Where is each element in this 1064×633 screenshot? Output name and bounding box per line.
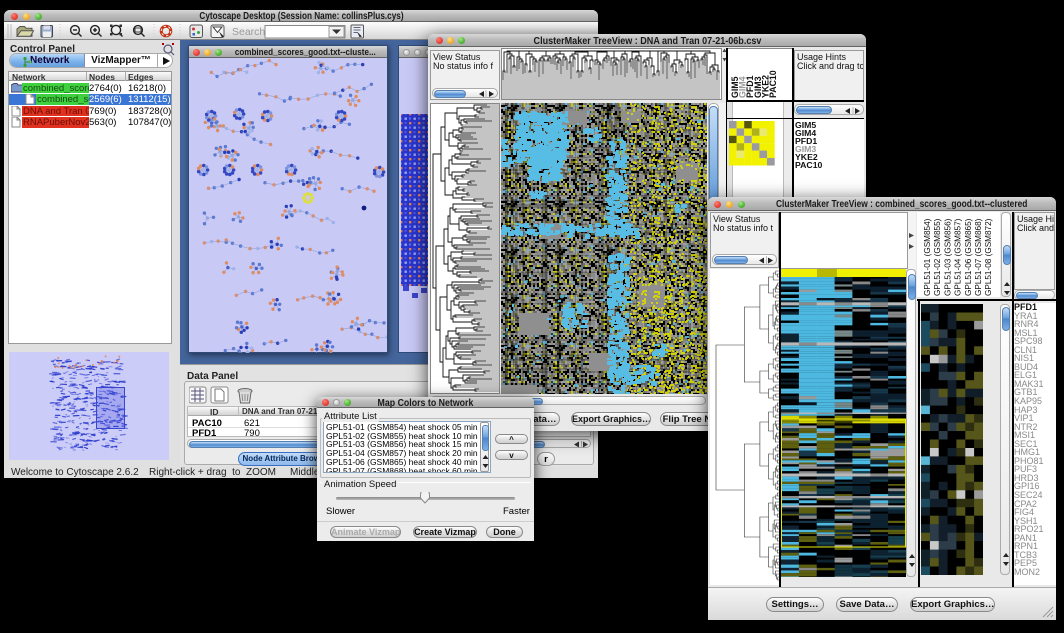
svg-text:GPL51-07 (GSM868): GPL51-07 (GSM868) xyxy=(974,218,983,296)
svg-text:GPL51-02 (GSM855): GPL51-02 (GSM855) xyxy=(933,218,942,296)
svg-text:GPL51-04 (GSM857): GPL51-04 (GSM857) xyxy=(954,218,963,296)
svg-text:GPL51-03 (GSM856): GPL51-03 (GSM856) xyxy=(943,218,952,296)
svg-text:GPL51-06 (GSM865): GPL51-06 (GSM865) xyxy=(964,218,973,296)
svg-text:GPL51-01 (GSM854): GPL51-01 (GSM854) xyxy=(923,218,932,296)
svg-text:GPL51-08 (GSM872): GPL51-08 (GSM872) xyxy=(984,218,993,296)
svg-text:Search:: Search: xyxy=(232,26,268,38)
svg-text:PAC10: PAC10 xyxy=(768,70,778,98)
